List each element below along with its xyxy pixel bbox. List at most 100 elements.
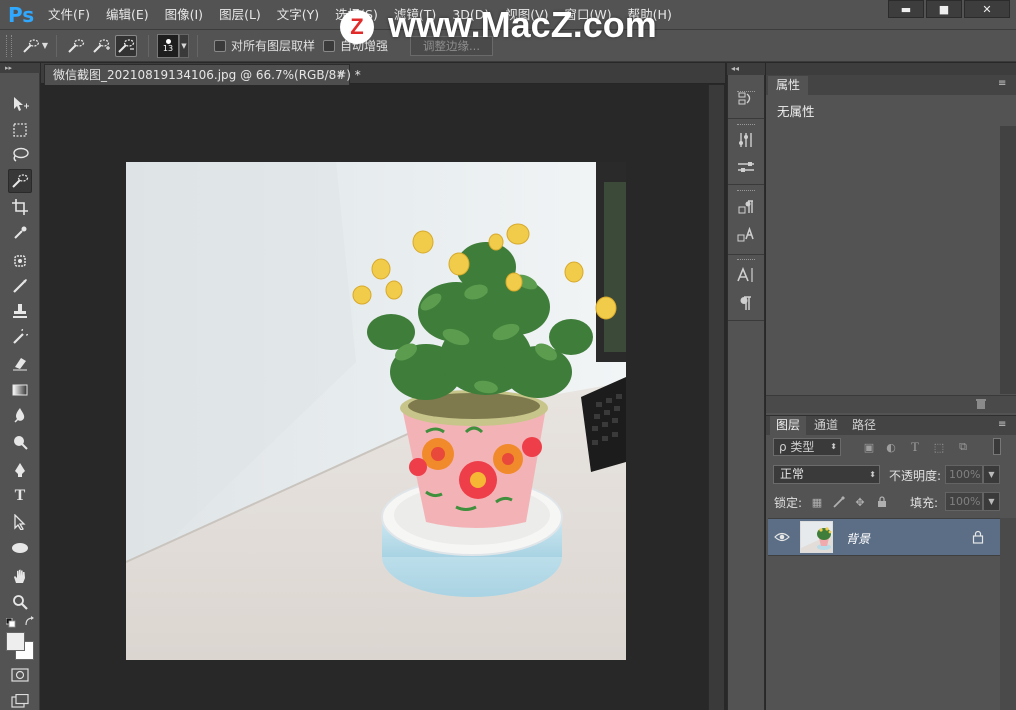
vertical-scrollbar[interactable] xyxy=(708,85,724,710)
lock-transparent-pixels-icon[interactable]: ▦ xyxy=(810,495,824,509)
brush-picker-dropdown[interactable]: ▼ xyxy=(179,33,189,58)
default-colors-icon[interactable] xyxy=(5,617,16,628)
brush-tool[interactable] xyxy=(8,274,32,298)
toolbox-collapse-handle[interactable]: ▸▸ xyxy=(0,63,40,73)
clone-stamp-tool[interactable] xyxy=(8,299,32,323)
lock-position-icon[interactable]: ✥ xyxy=(853,495,867,509)
brush-size-picker[interactable]: 13 xyxy=(157,33,179,58)
marquee-tool[interactable] xyxy=(8,118,32,142)
hand-tool[interactable] xyxy=(8,564,32,588)
panel-group-grip[interactable] xyxy=(737,190,755,192)
history-panel-icon[interactable] xyxy=(736,89,756,109)
menu-layer[interactable]: 图层(L) xyxy=(211,0,269,30)
quick-mask-button[interactable] xyxy=(11,668,29,682)
dodge-tool[interactable] xyxy=(8,430,32,454)
ellipse-tool[interactable] xyxy=(8,536,32,560)
fill-field[interactable]: 100% xyxy=(945,492,983,511)
dock-collapse-handle[interactable]: ◂◂ xyxy=(727,63,765,75)
layer-name[interactable]: 背景 xyxy=(846,530,870,547)
new-selection-mode[interactable] xyxy=(65,35,87,57)
rectangular-marquee-icon xyxy=(13,123,27,137)
opacity-slider-toggle[interactable]: ▼ xyxy=(983,465,1000,484)
divider xyxy=(728,254,764,255)
add-to-selection-mode[interactable] xyxy=(90,35,112,57)
panel-group-grip[interactable] xyxy=(737,124,755,126)
swap-colors-icon[interactable] xyxy=(24,616,35,627)
menu-type[interactable]: 文字(Y) xyxy=(269,0,327,30)
bandage-icon xyxy=(14,255,26,267)
menu-edit[interactable]: 编辑(E) xyxy=(98,0,157,30)
menu-file[interactable]: 文件(F) xyxy=(40,0,98,30)
panel-menu-icon[interactable]: ≡ xyxy=(998,419,1006,430)
blend-mode-dropdown[interactable]: 正常 ⬍ xyxy=(773,465,880,484)
tab-paths[interactable]: 路径 xyxy=(846,416,882,435)
pixel-layer-filter-icon[interactable]: ▣ xyxy=(862,440,876,454)
tab-close-icon[interactable]: × xyxy=(336,64,348,84)
history-brush-tool[interactable] xyxy=(8,325,32,349)
panel-dock-header[interactable] xyxy=(766,63,1016,75)
type-tool[interactable]: T xyxy=(8,484,32,508)
stamp-icon xyxy=(13,304,27,318)
properties-panel-icon[interactable] xyxy=(736,157,756,177)
layer-filter-dropdown[interactable]: ρ 类型 ⬍ xyxy=(773,438,841,456)
adjustments-panel-icon[interactable] xyxy=(736,130,756,150)
document-tab[interactable]: 微信截图_20210819134106.jpg @ 66.7%(RGB/8#) … xyxy=(44,64,361,85)
trash-icon[interactable] xyxy=(975,398,987,413)
tool-preset-picker[interactable]: ▼ xyxy=(22,35,48,57)
path-selection-tool[interactable] xyxy=(8,510,32,534)
lock-image-pixels-icon[interactable] xyxy=(832,495,846,509)
tab-layers[interactable]: 图层 xyxy=(770,416,806,435)
shape-layer-filter-icon[interactable]: ⬚ xyxy=(932,440,946,454)
lasso-tool[interactable] xyxy=(8,143,32,167)
eye-icon[interactable] xyxy=(774,530,790,544)
lock-all-icon[interactable] xyxy=(875,495,889,509)
crop-tool[interactable] xyxy=(8,195,32,219)
panel-menu-icon[interactable]: ≡ xyxy=(998,78,1006,89)
blur-tool[interactable] xyxy=(8,403,32,427)
properties-scrollbar[interactable] xyxy=(1000,126,1016,394)
minimize-button[interactable]: ▬ xyxy=(888,0,924,18)
maximize-button[interactable]: ■ xyxy=(926,0,962,18)
filter-toggle-switch[interactable] xyxy=(993,438,1001,455)
photoshop-logo[interactable]: Ps xyxy=(8,3,34,27)
paragraph-style-panel-icon[interactable] xyxy=(736,197,756,217)
move-tool[interactable] xyxy=(8,92,32,116)
screen-mode-button[interactable] xyxy=(11,693,29,708)
gradient-tool[interactable] xyxy=(8,378,32,402)
layers-scrollbar[interactable] xyxy=(1000,518,1016,710)
checkbox-box[interactable] xyxy=(323,39,336,52)
healing-brush-tool[interactable] xyxy=(8,249,32,273)
character-panel-icon[interactable] xyxy=(736,265,756,285)
opacity-label: 不透明度: xyxy=(889,469,942,483)
pen-tool[interactable] xyxy=(8,458,32,482)
foreground-color-swatch[interactable] xyxy=(6,632,25,651)
watermark-badge: Z xyxy=(340,10,374,44)
panel-group-grip[interactable] xyxy=(737,259,755,261)
fill-slider-toggle[interactable]: ▼ xyxy=(983,492,1000,511)
character-style-panel-icon[interactable] xyxy=(736,225,756,245)
brush-size-value: 13 xyxy=(162,43,174,53)
close-button[interactable]: ✕ xyxy=(964,0,1010,18)
eyedropper-tool[interactable] xyxy=(8,221,32,245)
menu-image[interactable]: 图像(I) xyxy=(157,0,211,30)
tab-channels[interactable]: 通道 xyxy=(808,416,844,435)
subtract-from-selection-mode[interactable] xyxy=(115,34,137,57)
smart-object-filter-icon[interactable]: ⧉ xyxy=(956,440,970,454)
checkbox-box[interactable] xyxy=(214,39,226,52)
tab-properties[interactable]: 属性 xyxy=(768,76,808,95)
document-canvas[interactable] xyxy=(126,162,626,660)
layer-thumbnail[interactable] xyxy=(800,521,833,553)
eraser-tool[interactable] xyxy=(8,351,32,375)
type-layer-filter-icon[interactable]: T xyxy=(908,439,922,454)
blend-mode-value: 正常 xyxy=(780,467,805,481)
sample-all-layers-checkbox[interactable]: 对所有图层取样 xyxy=(214,37,315,54)
zoom-tool[interactable] xyxy=(8,590,32,614)
selection-subtract-icon xyxy=(118,38,135,53)
quick-selection-tool[interactable] xyxy=(8,169,32,193)
opacity-field[interactable]: 100% xyxy=(945,465,983,484)
paragraph-panel-icon[interactable] xyxy=(736,293,756,313)
options-grip[interactable] xyxy=(6,34,12,57)
adjustment-layer-filter-icon[interactable]: ◐ xyxy=(884,440,898,454)
quick-mask-icon xyxy=(11,668,29,682)
lasso-icon xyxy=(13,147,29,162)
